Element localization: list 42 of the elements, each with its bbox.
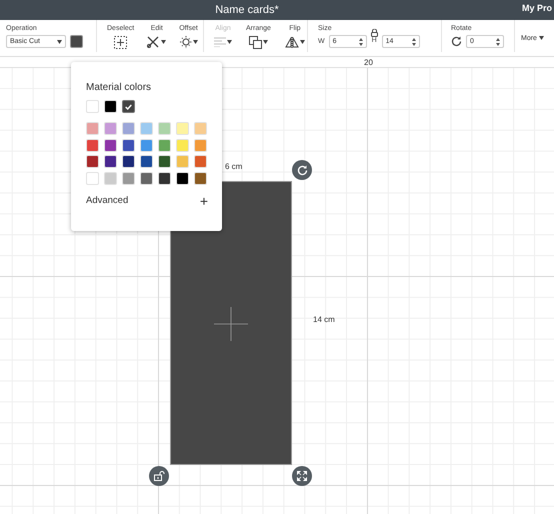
rotate-icon[interactable]: [451, 36, 462, 47]
advanced-toggle[interactable]: Advanced: [86, 195, 128, 206]
expand-icon: [297, 471, 307, 481]
tool-button[interactable]: [180, 35, 198, 49]
spinner-icon[interactable]: [358, 38, 363, 46]
check-icon: [125, 104, 132, 110]
layers-icon: [248, 36, 262, 48]
tool-button[interactable]: [248, 35, 268, 49]
flip-icon: [284, 36, 299, 48]
caret-icon: [262, 40, 268, 44]
rotate-icon: [296, 164, 308, 176]
tool-button[interactable]: [284, 35, 305, 49]
caret-icon: [538, 36, 544, 40]
caret-icon: [300, 40, 305, 44]
unlock-icon: [154, 471, 164, 481]
scissors-icon: [147, 36, 160, 48]
caret-icon: [57, 40, 62, 44]
lock-handle[interactable]: [149, 466, 169, 486]
lock-icon[interactable]: [370, 29, 378, 37]
add-button[interactable]: +: [200, 194, 208, 208]
color-swatch[interactable]: [70, 35, 83, 48]
rotate-handle[interactable]: [292, 160, 312, 180]
height-dimension: 14 cm: [313, 315, 335, 324]
spinner-icon[interactable]: [496, 38, 500, 46]
sun-icon: [180, 36, 192, 48]
caret-icon: [192, 40, 198, 44]
popup-title: Material colors: [86, 82, 152, 93]
resize-handle[interactable]: [292, 466, 312, 486]
color-swatch[interactable]: [122, 100, 135, 113]
crosshair-icon: [214, 307, 248, 341]
align-icon: [214, 37, 226, 47]
spinner-icon[interactable]: [412, 38, 416, 46]
tool-button[interactable]: [114, 35, 128, 49]
caret-icon: [227, 40, 232, 44]
window-title: Name cards*: [215, 4, 279, 16]
crosshair-icon: [114, 36, 128, 48]
account-link[interactable]: My Pro: [522, 3, 552, 13]
tool-button[interactable]: [147, 35, 166, 49]
width-dimension: 6 cm: [225, 162, 242, 171]
ruler-label: 20: [364, 58, 373, 67]
caret-icon: [161, 40, 166, 44]
rectangle-shape[interactable]: [170, 181, 292, 465]
